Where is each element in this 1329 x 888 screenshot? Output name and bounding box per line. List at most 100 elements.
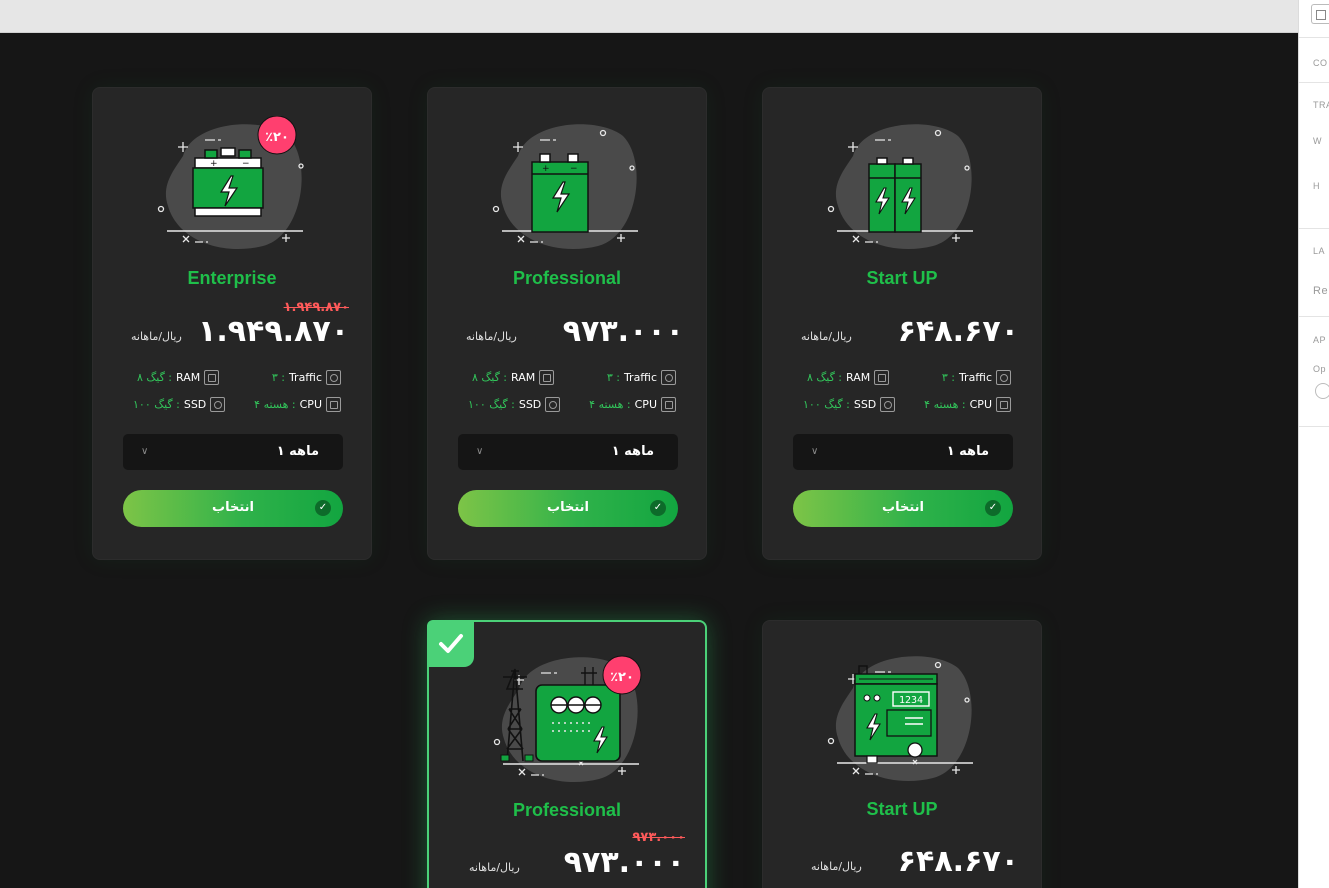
divider — [1299, 228, 1329, 229]
top-toolbar — [0, 0, 1298, 33]
spec-ssd: ۱۰۰ گیگ : SSD — [468, 397, 561, 412]
price-unit: ریال/ماهانه — [801, 330, 852, 343]
ssd-icon — [210, 397, 226, 412]
spec-cpu-value: ۴ هسته : — [254, 398, 296, 411]
discount-badge: ٪۲۰ — [602, 655, 642, 695]
traffic-icon — [996, 370, 1011, 385]
plan-card-enterprise[interactable]: + − ٪۲۰ Enterprise ۱.۹۴۹.۸۷۰ ۱.۹۴۹.۸۷۰ ر… — [92, 87, 372, 560]
spec-ssd: ۱۰۰ گیگ : SSD — [133, 397, 226, 412]
selected-badge — [427, 620, 474, 667]
cpu-icon — [996, 397, 1011, 412]
spec-ram-value: ۸ گیگ : — [472, 371, 508, 384]
panel-label-w[interactable]: W — [1313, 136, 1322, 146]
spec-ssd-value: ۱۰۰ گیگ : — [133, 398, 180, 411]
frame-icon[interactable] — [1311, 4, 1329, 24]
period-select-value: ۱ ماهه — [611, 444, 654, 459]
cpu-icon — [326, 397, 341, 412]
plan-title: Enterprise — [187, 268, 277, 288]
svg-text:−: − — [570, 164, 578, 174]
opacity-radio[interactable] — [1315, 383, 1329, 399]
period-select[interactable]: ۱ ماهه ∨ — [123, 434, 343, 470]
spec-cpu-label: CPU — [634, 398, 657, 411]
checkmark-icon — [439, 634, 463, 653]
plan-title: Professional — [512, 268, 622, 288]
spec-traffic-label: Traffic — [288, 371, 322, 384]
ssd-icon — [545, 397, 561, 412]
select-plan-button[interactable]: انتخاب ✓ — [793, 490, 1013, 527]
old-price: ۹۷۳.۰۰۰ — [632, 830, 685, 845]
design-canvas: + − ٪۲۰ Enterprise ۱.۹۴۹.۸۷۰ ۱.۹۴۹.۸۷۰ ر… — [0, 33, 1298, 888]
divider — [1299, 37, 1329, 38]
plan-title: Start UP — [866, 268, 938, 288]
panel-label-tra: TRA — [1313, 100, 1329, 110]
spec-cpu-value: ۴ هسته : — [924, 398, 966, 411]
spec-cpu-value: ۴ هسته : — [589, 398, 631, 411]
plan-title: Professional — [512, 800, 622, 820]
generator-display: 1234 — [899, 695, 923, 706]
chevron-down-icon: ∨ — [476, 446, 484, 457]
spec-traffic-value: ۳ : — [606, 371, 620, 384]
period-select[interactable]: ۱ ماهه ∨ — [793, 434, 1013, 470]
select-plan-label: انتخاب — [212, 500, 254, 515]
divider — [1299, 426, 1329, 427]
price-unit: ریال/ماهانه — [466, 330, 517, 343]
check-icon: ✓ — [985, 500, 1001, 516]
spec-ram: ۸ گیگ : RAM — [807, 370, 890, 385]
price: ۹۷۳.۰۰۰ — [562, 314, 684, 349]
plan-card-startup-2[interactable]: 1234 Start UP ۶۴۸.۶۷۰ ریال/ماهانه — [762, 620, 1042, 888]
spec-traffic: ۳ : Traffic — [607, 370, 676, 385]
discount-badge-text: ٪۲۰ — [610, 670, 634, 685]
discount-badge-text: ٪۲۰ — [265, 130, 289, 145]
plan-card-professional-selected[interactable]: ٪۲۰ Professional ۹۷۳.۰۰۰ ۹۷۳.۰۰۰ ریال/ما… — [427, 620, 707, 888]
battery-icon: + − — [492, 124, 638, 250]
select-plan-button[interactable]: انتخاب ✓ — [123, 490, 343, 527]
plan-card-professional[interactable]: + − Professional ۹۷۳.۰۰۰ ریال/ماهانه ۳ :… — [427, 87, 707, 560]
check-icon: ✓ — [650, 500, 666, 516]
traffic-icon — [661, 370, 676, 385]
ram-icon — [539, 370, 555, 385]
spec-ram-label: RAM — [511, 371, 536, 384]
period-select-value: ۱ ماهه — [946, 444, 989, 459]
period-select[interactable]: ۱ ماهه ∨ — [458, 434, 678, 470]
price-unit: ریال/ماهانه — [811, 860, 862, 873]
ssd-icon — [880, 397, 896, 412]
select-plan-button[interactable]: انتخاب ✓ — [458, 490, 678, 527]
svg-text:+: + — [210, 159, 218, 169]
spec-traffic: ۳ : Traffic — [942, 370, 1011, 385]
spec-ram: ۸ گیگ : RAM — [472, 370, 555, 385]
price: ۶۴۸.۶۷۰ — [897, 844, 1019, 879]
plan-title: Start UP — [866, 799, 938, 819]
price: ۶۴۸.۶۷۰ — [897, 314, 1019, 349]
cpu-icon — [661, 397, 676, 412]
spec-traffic-label: Traffic — [958, 371, 992, 384]
power-station-icon: ٪۲۰ — [493, 655, 642, 783]
spec-traffic: ۳ : Traffic — [272, 370, 341, 385]
spec-cpu-label: CPU — [299, 398, 322, 411]
ram-icon — [874, 370, 890, 385]
divider — [1299, 82, 1329, 83]
panel-label-h[interactable]: H — [1313, 181, 1320, 191]
spec-ssd-label: SSD — [183, 398, 207, 411]
panel-label-ap: AP — [1313, 335, 1327, 345]
old-price: ۱.۹۴۹.۸۷۰ — [283, 300, 349, 315]
double-battery-icon — [827, 124, 973, 250]
properties-panel: CO TRA W H LA Re AP Op — [1298, 0, 1329, 888]
panel-label-re[interactable]: Re — [1313, 285, 1328, 297]
panel-label-op: Op — [1313, 364, 1327, 374]
select-plan-label: انتخاب — [547, 500, 589, 515]
spec-ssd-value: ۱۰۰ گیگ : — [803, 398, 850, 411]
spec-cpu-label: CPU — [969, 398, 992, 411]
spec-traffic-label: Traffic — [623, 371, 657, 384]
spec-ram-value: ۸ گیگ : — [807, 371, 843, 384]
panel-label-la: LA — [1313, 246, 1326, 256]
spec-ssd: ۱۰۰ گیگ : SSD — [803, 397, 896, 412]
panel-label-co: CO — [1313, 58, 1328, 68]
price-unit: ریال/ماهانه — [131, 330, 182, 343]
price: ۱.۹۴۹.۸۷۰ — [198, 314, 349, 349]
ram-icon — [204, 370, 220, 385]
plan-card-startup[interactable]: Start UP ۶۴۸.۶۷۰ ریال/ماهانه ۳ : Traffic… — [762, 87, 1042, 560]
select-plan-label: انتخاب — [882, 500, 924, 515]
spec-ram-label: RAM — [846, 371, 871, 384]
price-unit: ریال/ماهانه — [469, 861, 520, 874]
price: ۹۷۳.۰۰۰ — [563, 845, 685, 880]
